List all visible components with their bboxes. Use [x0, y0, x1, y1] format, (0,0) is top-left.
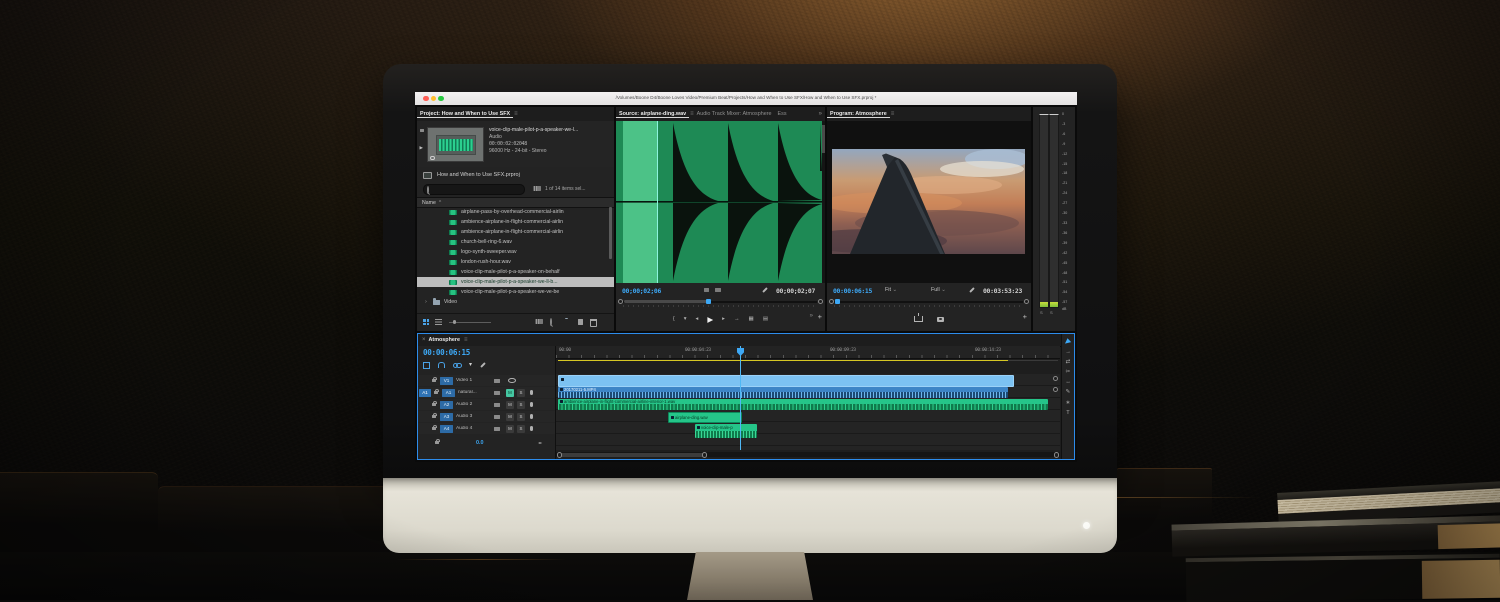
vignette-overlay	[0, 0, 1500, 600]
